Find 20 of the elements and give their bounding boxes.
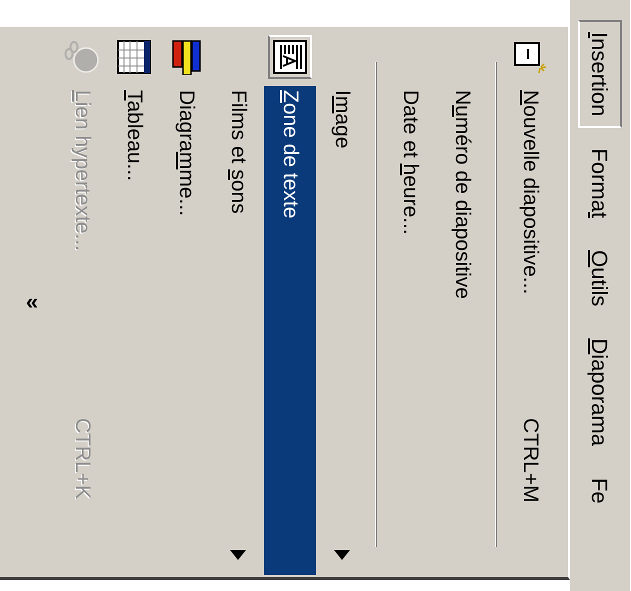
menu-item[interactable]: Image [316, 86, 368, 575]
submenu-caret-icon [230, 550, 246, 560]
menu-item[interactable]: Diagramme... [160, 86, 212, 575]
menu-item[interactable]: Tableau... [108, 86, 160, 575]
menu-item[interactable]: Films et sons [212, 86, 264, 575]
menu-bar-item[interactable]: Diaporama [578, 326, 622, 458]
globe-link-icon [64, 38, 100, 74]
new-slide-icon [513, 40, 547, 74]
table-icon [117, 40, 151, 74]
menu-item[interactable]: Date et heure... [384, 86, 436, 575]
menu-item[interactable]: Zone de texte [264, 86, 316, 575]
text-box-icon [268, 34, 312, 78]
menu-bar-item[interactable]: Format [578, 136, 622, 230]
menu-item[interactable]: Numéro de diapositive [436, 86, 488, 575]
submenu-caret-icon [334, 550, 350, 560]
expand-menu-button[interactable]: « [26, 291, 38, 313]
menu-bar-item[interactable]: Outils [578, 238, 622, 318]
menu-bar-item[interactable]: Insertion [578, 20, 622, 128]
menu-bar-item[interactable]: Fe [578, 466, 622, 516]
menu-item[interactable]: Nouvelle diapositive... CTRL+M [504, 86, 556, 575]
